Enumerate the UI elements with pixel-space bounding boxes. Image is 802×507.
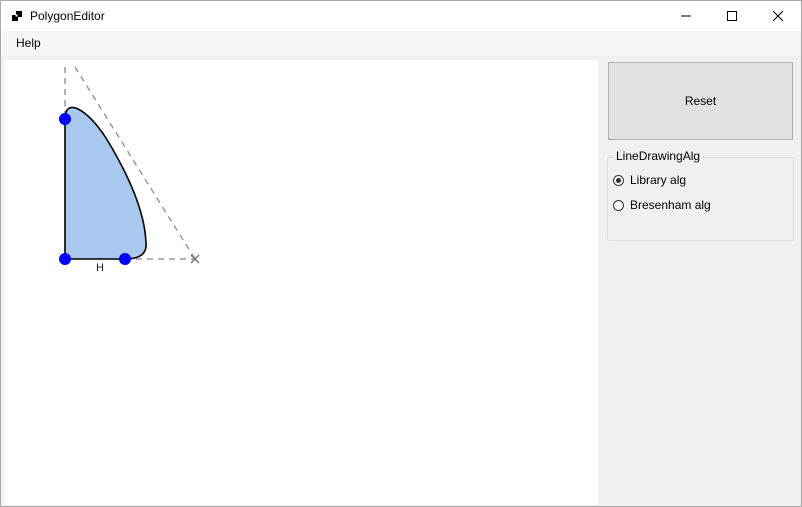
title-bar[interactable]: PolygonEditor — [1, 1, 801, 31]
maximize-icon — [727, 11, 737, 21]
edge-constraint-label: H — [96, 262, 104, 274]
radio-button-unchecked[interactable] — [613, 199, 624, 211]
polygon-shape[interactable] — [64, 106, 147, 260]
minimize-button[interactable] — [663, 1, 709, 31]
radio-library-alg[interactable]: Library alg — [613, 172, 686, 188]
window-title: PolygonEditor — [30, 9, 105, 23]
reset-button[interactable]: Reset — [608, 62, 793, 140]
radio-label-bresenham-alg: Bresenham alg — [630, 198, 711, 212]
vertex-point[interactable] — [59, 253, 71, 265]
app-window: PolygonEditor Help H Reset LineDrawingAl… — [0, 0, 802, 507]
vertex-point[interactable] — [59, 113, 71, 125]
radio-bresenham-alg[interactable]: Bresenham alg — [613, 197, 711, 213]
close-button[interactable] — [755, 1, 801, 31]
radio-button-checked[interactable] — [613, 174, 624, 186]
maximize-button[interactable] — [709, 1, 755, 31]
drawing-canvas[interactable]: H — [4, 60, 598, 505]
app-icon — [12, 11, 22, 21]
polygon-drawing: H — [59, 66, 200, 274]
radio-checked-dot — [616, 177, 621, 183]
vertex-point[interactable] — [119, 253, 131, 265]
group-title: LineDrawingAlg — [614, 149, 703, 163]
radio-label-library-alg: Library alg — [630, 173, 687, 187]
minimize-icon — [681, 15, 691, 17]
menu-bar: Help — [1, 31, 801, 56]
close-icon — [773, 11, 783, 21]
menu-help[interactable]: Help — [8, 31, 49, 56]
